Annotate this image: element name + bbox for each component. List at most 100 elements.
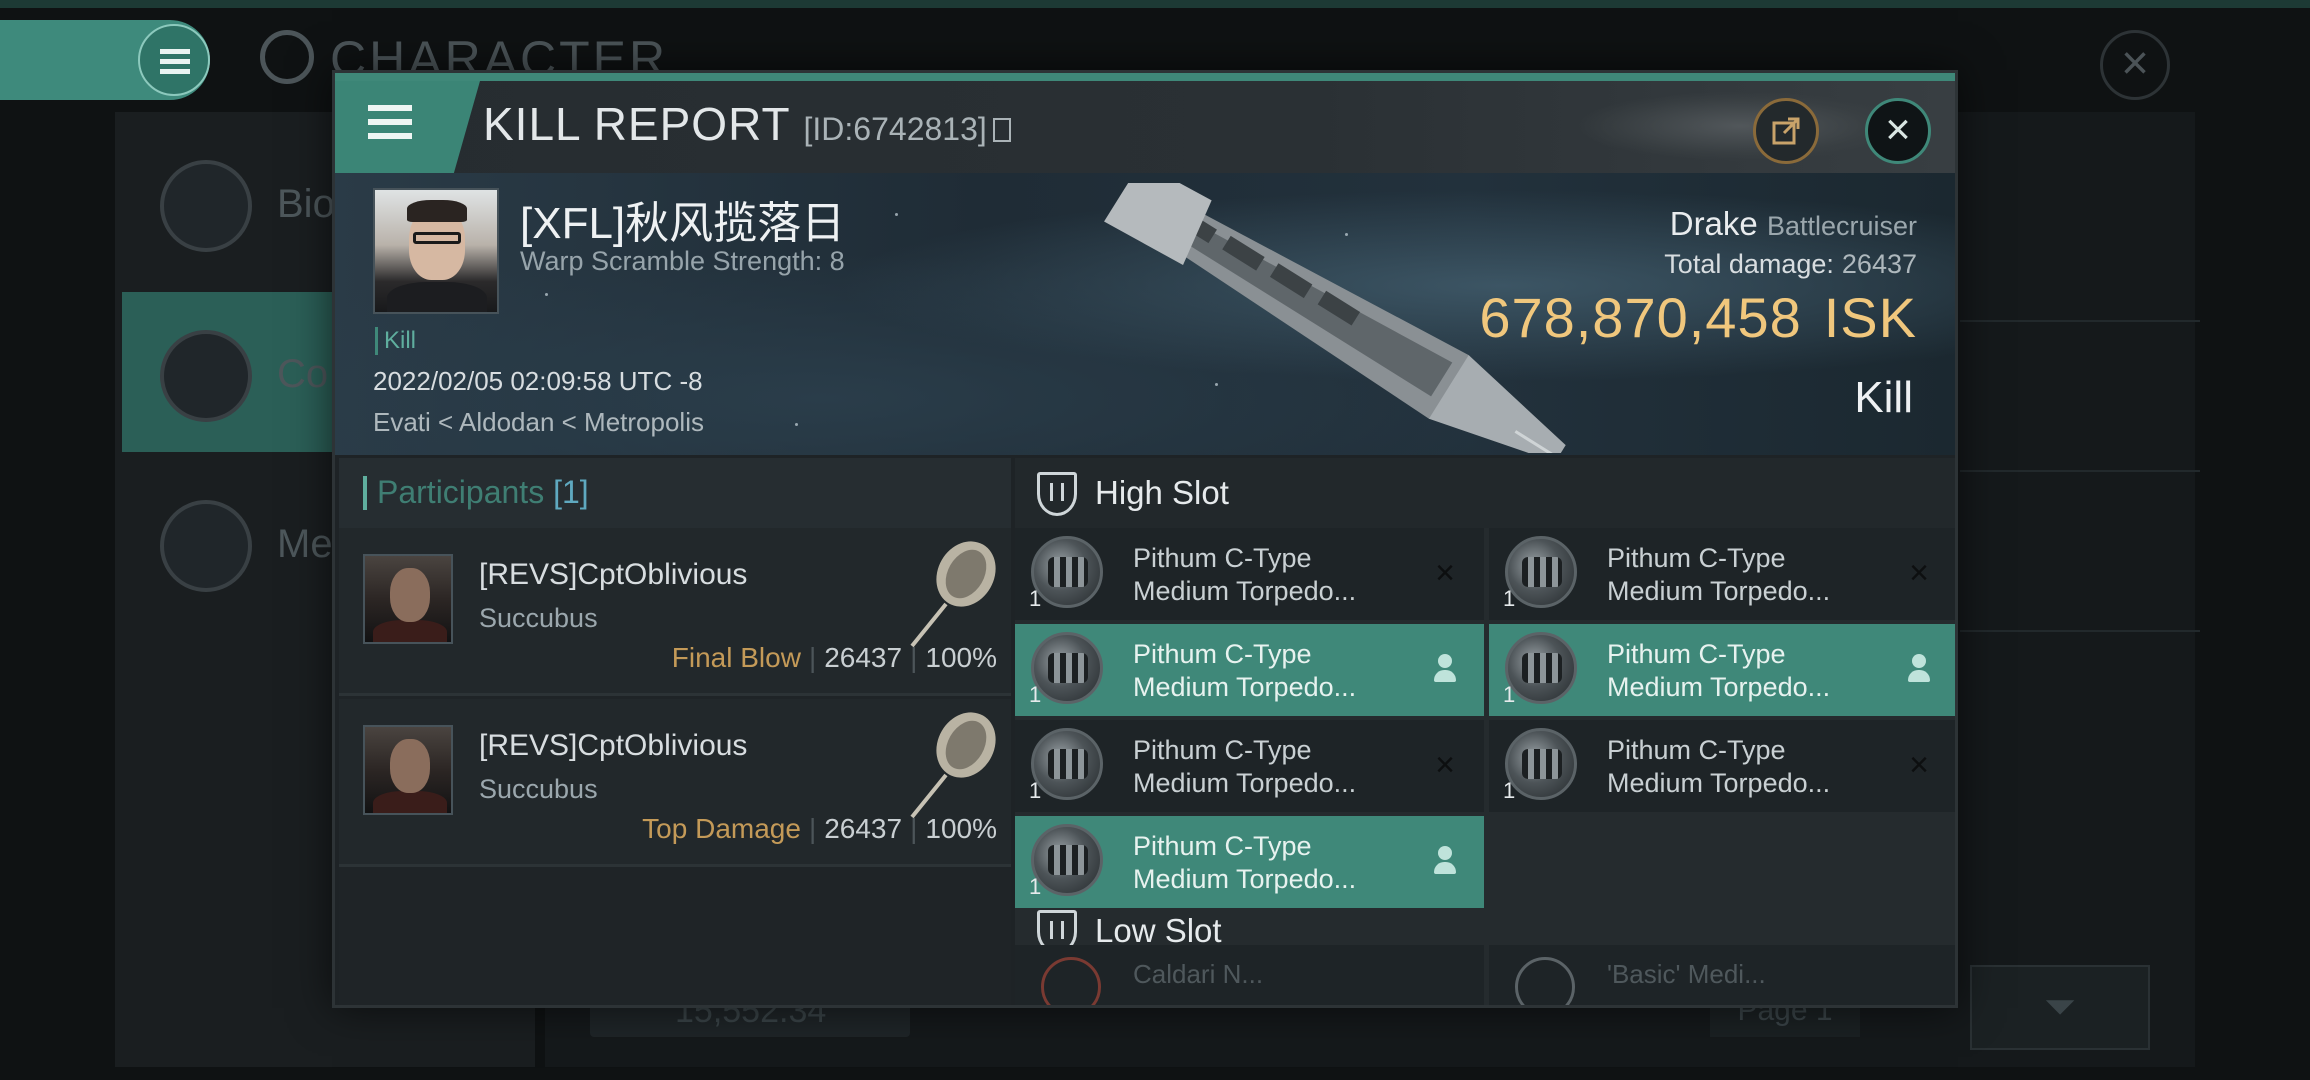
high-slot-label: High Slot: [1095, 474, 1229, 511]
menu-icon[interactable]: [335, 81, 480, 173]
participant-row[interactable]: [REVS]CptOblivious Succubus Top Damage | 2…: [339, 699, 1011, 867]
ship-class: Battlecruiser: [1766, 211, 1917, 241]
torpedo-launcher-icon: [1505, 728, 1577, 800]
module-qty: 1: [1503, 682, 1516, 707]
share-icon: [1772, 117, 1800, 145]
module-name: Pithum C-Type Medium Torpedo...: [1133, 831, 1357, 894]
sidebar-item-label: Co: [277, 352, 329, 396]
module-item[interactable]: 1 Pithum C-Type Medium Torpedo... ×: [1015, 528, 1484, 620]
participant-percent: 100%: [925, 813, 997, 844]
module-item[interactable]: 1 Pithum C-Type Medium Torpedo...: [1015, 816, 1484, 908]
kill-report-modal: KILL REPORT [ID:6742813] × [XFL]秋风揽落日 Wa…: [332, 70, 1958, 1008]
module-item[interactable]: 1 Pithum C-Type Medium Torpedo... ×: [1015, 720, 1484, 812]
filter-icon[interactable]: ⏷: [1970, 965, 2150, 1050]
list-icon: [160, 160, 252, 252]
total-damage: Total damage: 26437: [1664, 249, 1917, 280]
module-item[interactable]: 1 Pithum C-Type Medium Torpedo... ×: [1489, 720, 1955, 812]
torpedo-launcher-icon: [1505, 536, 1577, 608]
kill-hero: [XFL]秋风揽落日 Warp Scramble Strength: 8 Kil…: [335, 173, 1955, 455]
module-icon: [1041, 957, 1101, 1005]
module-name: Pithum C-Type Medium Torpedo...: [1133, 735, 1357, 798]
ship-name-text: Drake: [1669, 205, 1758, 242]
succubus-ship-icon: [910, 712, 996, 819]
avatar[interactable]: [363, 554, 453, 644]
vitruvian-icon: [260, 30, 314, 84]
background-menu-button[interactable]: [138, 24, 210, 96]
copy-icon[interactable]: [992, 118, 1011, 142]
torpedo-launcher-icon: [1031, 536, 1103, 608]
close-icon: ×: [1909, 554, 1929, 592]
header-ship-silhouette: [1575, 91, 1905, 161]
ship-name: Drake Battlecruiser: [1670, 205, 1917, 243]
module-name: Pithum C-Type Medium Torpedo...: [1607, 639, 1831, 702]
participant-damage: 26437: [824, 813, 903, 844]
participant-ship: Succubus: [479, 603, 598, 633]
module-item[interactable]: 1 Pithum C-Type Medium Torpedo... ×: [1489, 528, 1955, 620]
high-slot-header: High Slot: [1015, 458, 1955, 528]
module-name: Pithum C-Type Medium Torpedo...: [1607, 735, 1831, 798]
victim-avatar[interactable]: [373, 188, 499, 314]
divider: [1960, 630, 2200, 632]
avatar[interactable]: [363, 725, 453, 815]
kill-timestamp: 2022/02/05 02:09:58 UTC -8: [373, 366, 703, 396]
module-item[interactable]: 1 Pithum C-Type Medium Torpedo...: [1015, 624, 1484, 716]
module-item[interactable]: 'Basic' Medi...: [1489, 945, 1955, 1005]
person-icon: [1428, 652, 1462, 686]
isk-amount: 678,870,458: [1479, 286, 1802, 349]
participant-tag: Top Damage: [642, 813, 801, 844]
fitting-panel: High Slot 1 Pithum C-Type Medium Torpedo…: [1015, 458, 1955, 1005]
module-item[interactable]: Caldari N...: [1015, 945, 1484, 1005]
medal-star-icon: [160, 500, 252, 592]
victim-name: [XFL]秋风揽落日: [520, 199, 846, 248]
participant-percent: 100%: [925, 642, 997, 673]
module-name: Pithum C-Type Medium Torpedo...: [1607, 543, 1831, 606]
succubus-ship-icon: [910, 541, 996, 648]
total-damage-value: 26437: [1841, 249, 1917, 279]
low-slot-header: Low Slot: [1015, 910, 1955, 954]
top-strip: [0, 0, 2310, 8]
modal-header: KILL REPORT [ID:6742813] ×: [335, 81, 1955, 173]
close-icon: ×: [1909, 746, 1929, 784]
kill-result: Kill: [1854, 373, 1913, 422]
kill-location: Evati < Aldodan < Metropolis: [373, 407, 704, 437]
participants-panel: Participants [1] [REVS]CptOblivious Succ…: [339, 458, 1011, 1005]
participant-name: [REVS]CptOblivious: [479, 729, 748, 762]
module-name: Pithum C-Type Medium Torpedo...: [1133, 543, 1357, 606]
total-damage-label: Total damage:: [1664, 249, 1834, 279]
person-icon: [1428, 844, 1462, 878]
high-slot-icon: [1037, 472, 1077, 516]
divider: [1960, 470, 2200, 472]
participant-name: [REVS]CptOblivious: [479, 558, 748, 591]
close-icon: ×: [1435, 554, 1455, 592]
module-icon: [1515, 957, 1575, 1005]
participant-stats: Top Damage | 26437 | 100%: [642, 813, 997, 844]
modal-title: KILL REPORT [ID:6742813]: [483, 97, 1011, 151]
participants-count: [1]: [553, 474, 589, 510]
isk-unit: ISK: [1823, 286, 1917, 349]
close-button[interactable]: ×: [1865, 98, 1931, 164]
swords-icon: [160, 330, 252, 422]
close-icon: ×: [1435, 746, 1455, 784]
participant-ship: Succubus: [479, 774, 598, 804]
participant-tag: Final Blow: [671, 642, 801, 673]
module-item[interactable]: 1 Pithum C-Type Medium Torpedo...: [1489, 624, 1955, 716]
background-close-icon[interactable]: ×: [2100, 30, 2170, 100]
module-qty: 1: [1503, 778, 1516, 803]
participants-label: Participants: [377, 474, 545, 510]
participant-row[interactable]: [REVS]CptOblivious Succubus Final Blow | 2…: [339, 528, 1011, 696]
module-name: Caldari N...: [1133, 959, 1264, 989]
sidebar-item-label: Me: [277, 522, 333, 566]
victim-subtitle: Warp Scramble Strength: 8: [520, 246, 845, 276]
torpedo-launcher-icon: [1031, 728, 1103, 800]
modal-accent-bar: [335, 73, 1955, 81]
share-button[interactable]: [1753, 98, 1819, 164]
module-name: 'Basic' Medi...: [1607, 959, 1766, 989]
torpedo-launcher-icon: [1031, 632, 1103, 704]
isk-value: 678,870,458 ISK: [1479, 285, 1917, 350]
report-id: [ID:6742813]: [803, 111, 987, 147]
sidebar-item-label: Bio: [277, 182, 335, 226]
participant-damage: 26437: [824, 642, 903, 673]
kill-tag: Kill: [375, 327, 416, 355]
module-name: Pithum C-Type Medium Torpedo...: [1133, 639, 1357, 702]
module-qty: 1: [1029, 778, 1042, 803]
